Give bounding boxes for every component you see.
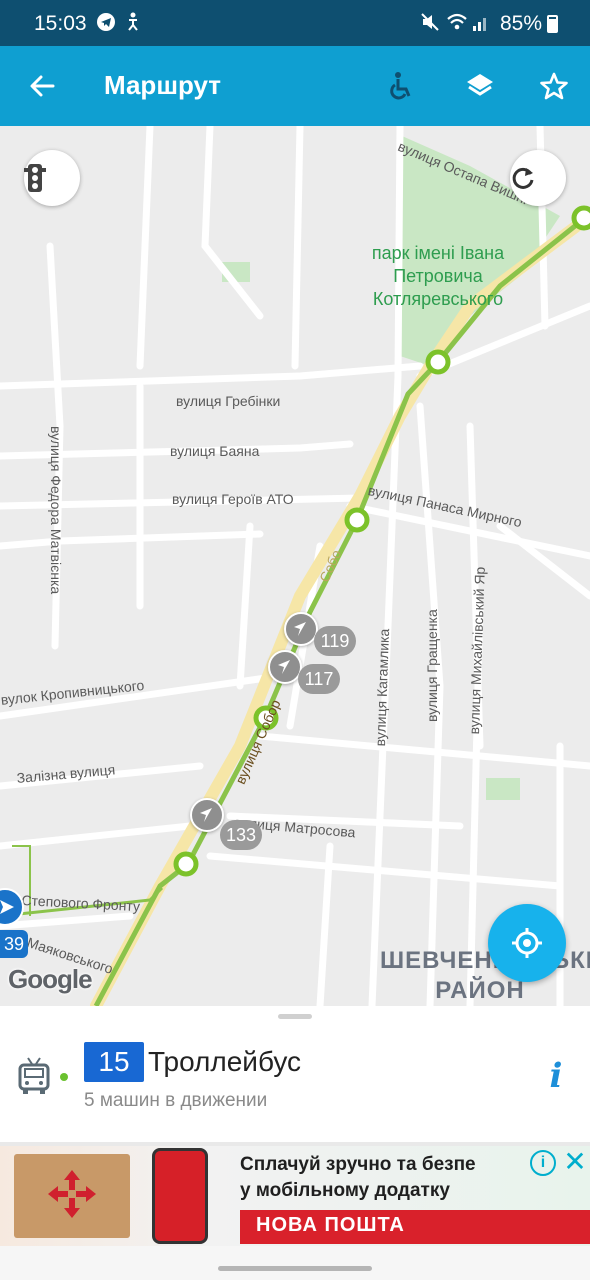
park-label-line: Котляревського [372, 289, 504, 309]
status-time: 15:03 [34, 12, 87, 35]
ad-info-icon[interactable]: i [530, 1150, 556, 1176]
navigation-arrow-icon [268, 650, 302, 684]
app-screen: 15:03 85% Маршрут вулиця Остапа Вишні ву… [0, 0, 590, 1280]
my-location-button[interactable] [488, 904, 566, 982]
street-label: вулиця Гребінки [176, 393, 281, 409]
vehicles-count: 5 машин в движении [84, 1090, 268, 1111]
app-bar: Маршрут [0, 46, 590, 126]
street-label: вулиця Героїв АТО [172, 491, 294, 507]
vehicle-number: 133 [220, 820, 263, 850]
crosshair-icon [512, 928, 542, 958]
trolleybus-icon [16, 1056, 52, 1096]
system-nav-bar [0, 1246, 590, 1280]
park-label-line: парк імені Івана [371, 243, 505, 263]
route-info-panel[interactable]: 15 Троллейбус 5 машин в движении i [0, 1006, 590, 1142]
refresh-icon [512, 167, 534, 189]
status-bar: 15:03 85% [0, 0, 590, 46]
park-label: парк імені Івана Петровича Котляревськог… [356, 242, 520, 311]
signal-icon [472, 12, 490, 38]
ad-text-line: Сплачуй зручно та безпе [240, 1154, 476, 1175]
mute-icon [420, 12, 440, 38]
ad-banner[interactable]: Сплачуй зручно та безпе у мобільному дод… [0, 1146, 590, 1246]
wheelchair-icon[interactable] [380, 66, 420, 106]
refresh-button[interactable] [510, 150, 566, 206]
accessibility-icon [124, 12, 142, 38]
edge-vehicle-number: 39 [0, 930, 28, 958]
page-title: Маршрут [104, 70, 222, 100]
traffic-light-button[interactable] [24, 150, 80, 206]
back-arrow-icon[interactable] [22, 66, 62, 106]
battery-percent: 85% [499, 12, 542, 35]
ad-text-line: у мобільному додатку [240, 1180, 450, 1201]
route-type: Троллейбус [148, 1046, 302, 1077]
home-gesture-pill[interactable] [218, 1266, 372, 1271]
layers-icon[interactable] [460, 66, 500, 106]
battery-icon [547, 15, 558, 33]
star-icon[interactable] [534, 66, 574, 106]
street-label: вулиця Федора Матвієнка [48, 426, 64, 595]
navigation-arrow-icon [284, 612, 318, 646]
edge-vehicle-marker[interactable] [0, 888, 24, 926]
vehicle-number: 117 [298, 664, 340, 694]
drag-handle[interactable] [278, 1014, 312, 1019]
ad-close-icon[interactable]: ✕ [562, 1148, 588, 1176]
navigation-arrow-icon [190, 798, 224, 832]
nova-poshta-logo-icon [44, 1166, 100, 1222]
phone-image [152, 1148, 208, 1244]
info-icon[interactable]: i [538, 1056, 574, 1096]
map-view[interactable]: вулиця Остапа Вишні вулиця Гребінки вули… [0, 126, 590, 1006]
route-number-badge: 15 [84, 1042, 144, 1082]
wifi-icon [446, 12, 468, 38]
telegram-icon [96, 12, 116, 38]
park-label-line: Петровича [393, 266, 483, 286]
street-label: вулиця Баяна [170, 443, 260, 459]
status-dot [60, 1073, 68, 1081]
traffic-light-icon [24, 164, 46, 192]
ad-brand-text: НОВА ПОШТА [256, 1214, 405, 1236]
street-label: вулиця Гращенка [424, 609, 440, 722]
google-logo: Google [8, 964, 93, 994]
vehicle-number: 119 [314, 626, 356, 656]
